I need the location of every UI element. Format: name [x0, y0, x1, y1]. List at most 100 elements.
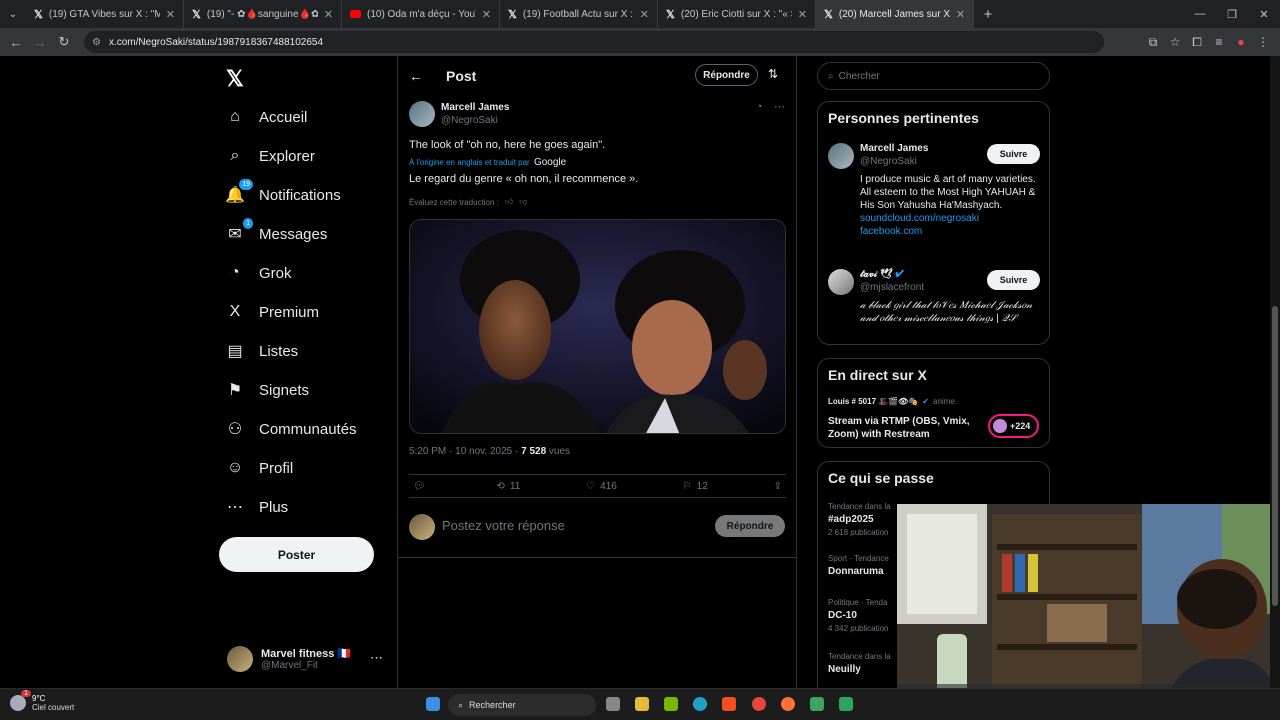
- tweet-author-handle[interactable]: @NegroSaki: [441, 115, 498, 126]
- like-action[interactable]: ♡ 416: [586, 481, 617, 492]
- sidebar-item-premium[interactable]: X Premium: [226, 303, 319, 321]
- site-info-icon[interactable]: ⚙: [92, 37, 101, 48]
- sidebar-item-communautés[interactable]: ⚇ Communautés: [226, 420, 357, 439]
- taskbar-search-label: Rechercher: [469, 700, 516, 710]
- verified-icon: ✔: [895, 269, 904, 280]
- sidebar-item-signets[interactable]: ⚑ Signets: [226, 381, 309, 400]
- tab-close-icon[interactable]: ✕: [640, 8, 649, 21]
- profile-icon[interactable]: ●: [1230, 35, 1252, 50]
- person-item[interactable]: Marcell James @NegroSaki Suivre I produc…: [828, 143, 1043, 253]
- retweet-action[interactable]: ⟲ 11: [497, 481, 521, 492]
- account-more-icon[interactable]: ⋯: [370, 650, 383, 666]
- tweet-video[interactable]: [409, 219, 786, 434]
- reply-action[interactable]: 💬︎: [413, 481, 431, 492]
- sidebar-item-label: Communautés: [259, 420, 357, 438]
- x-logo-icon[interactable]: 𝕏: [226, 66, 244, 92]
- account-switcher[interactable]: Marvel fitness 🇫🇷 @Marvel_Fit: [227, 644, 387, 674]
- bio-link[interactable]: facebook.com: [860, 225, 1040, 238]
- extensions-icon[interactable]: ⧠: [1186, 35, 1208, 50]
- minimize-icon[interactable]: —: [1184, 8, 1216, 20]
- sidebar-item-accueil[interactable]: ⌂ Accueil: [226, 108, 307, 126]
- maximize-icon[interactable]: ❐: [1216, 8, 1248, 21]
- sidebar-item-label: Grok: [259, 264, 292, 282]
- tweet-text: The look of "oh no, here he goes again".: [409, 139, 606, 151]
- filter-icon[interactable]: ⇅: [768, 67, 778, 81]
- search-input[interactable]: ⌕ Chercher: [817, 62, 1050, 90]
- communities-icon: ⚇: [227, 421, 243, 438]
- tab-close-icon[interactable]: ✕: [482, 8, 491, 21]
- share-action[interactable]: ⇪: [774, 481, 782, 492]
- store-icon[interactable]: [722, 697, 736, 711]
- sidebar-item-profil[interactable]: ☺ Profil: [226, 459, 293, 477]
- install-app-icon[interactable]: ⧉: [1142, 35, 1164, 50]
- windows-start-icon[interactable]: [426, 697, 440, 711]
- sidebar-item-messages[interactable]: ✉ 1 Messages: [226, 218, 327, 243]
- weather-widget[interactable]: 1 9°C Ciel couvert: [10, 690, 74, 712]
- tab-search-icon[interactable]: ⌄: [0, 9, 26, 20]
- tweet-timestamp[interactable]: 5:20 PM · 10 nov. 2025 ·: [409, 446, 521, 457]
- close-window-icon[interactable]: ✕: [1248, 8, 1280, 21]
- browser-tab[interactable]: 𝕏 (20) Eric Ciotti sur X : "« Sale g ✕: [658, 0, 816, 28]
- reading-list-icon[interactable]: ≡: [1208, 35, 1230, 50]
- person-avatar[interactable]: [828, 143, 854, 169]
- thumbs-up-icon[interactable]: 👍︎: [505, 197, 513, 207]
- firefox-icon[interactable]: [781, 697, 795, 711]
- bio-link[interactable]: soundcloud.com/negrosaki: [860, 212, 1040, 225]
- tweet-author-name[interactable]: Marcell James: [441, 102, 509, 113]
- person-item[interactable]: 𝓉𝒶𝓋𝒾 🕊 ✔ @mjslacefront Suivre 𝒶 𝒷𝓁𝒶𝒸𝓀 𝑔𝒾…: [828, 269, 1043, 339]
- browser-tab[interactable]: 𝕏 (19) Football Actu sur X : "Luca ✕: [500, 0, 658, 28]
- sidebar-item-grok[interactable]: ◔ Grok: [226, 264, 292, 282]
- taskbar-search[interactable]: ⌕ Rechercher: [448, 694, 596, 716]
- tab-close-icon[interactable]: ✕: [324, 8, 333, 21]
- follow-button[interactable]: Suivre: [987, 144, 1040, 164]
- discord-icon[interactable]: [810, 697, 824, 711]
- header-reply-button[interactable]: Répondre: [695, 64, 758, 86]
- translation-note[interactable]: À l'origine en anglais et traduit par Go…: [409, 157, 566, 168]
- sidebar-item-listes[interactable]: ▤ Listes: [226, 342, 298, 361]
- sidebar-item-explorer[interactable]: ⌕ Explorer: [226, 147, 315, 165]
- post-button[interactable]: Poster: [219, 537, 374, 572]
- forward-icon[interactable]: →: [28, 35, 52, 50]
- sidebar-item-plus[interactable]: ⋯ Plus: [226, 498, 288, 517]
- nvidia-icon[interactable]: [664, 697, 678, 711]
- bookmark-count: 12: [696, 480, 708, 492]
- reply-submit-button[interactable]: Répondre: [715, 515, 785, 537]
- browser-tab[interactable]: (10) Oda m'a déçu - YouTube ✕: [342, 0, 500, 28]
- reply-input[interactable]: Postez votre réponse: [442, 518, 565, 533]
- live-host[interactable]: Louis # 5017 🎩🎬👁🎭 ✔ anime.: [828, 397, 957, 406]
- app-icon[interactable]: [839, 697, 853, 711]
- thumbs-down-icon[interactable]: 👎︎: [519, 197, 527, 207]
- tab-close-icon[interactable]: ✕: [166, 8, 175, 21]
- browser-tab[interactable]: 𝕏 (19) GTA Vibes sur X : "Merci, G ✕: [26, 0, 184, 28]
- person-name[interactable]: 𝓉𝒶𝓋𝒾 🕊 ✔: [860, 269, 904, 280]
- rate-translation-label: Évaluez cette traduction :: [409, 197, 499, 207]
- task-view-icon[interactable]: [606, 697, 620, 711]
- file-explorer-icon[interactable]: [635, 697, 649, 711]
- tweet-author-avatar[interactable]: [409, 101, 435, 127]
- browser-menu-icon[interactable]: ⋮: [1252, 35, 1274, 50]
- address-bar[interactable]: ⚙ x.com/NegroSaki/status/198791836748810…: [84, 31, 1104, 53]
- back-icon[interactable]: ←: [4, 35, 28, 50]
- bookmark-star-icon[interactable]: ☆: [1164, 35, 1186, 50]
- account-name: Marvel fitness 🇫🇷: [261, 648, 352, 660]
- browser-tab[interactable]: 𝕏 (20) Marcell James sur X : "@n ✕: [816, 0, 974, 28]
- grok-icon[interactable]: ◔: [756, 101, 763, 113]
- back-arrow-icon[interactable]: ←: [409, 68, 423, 84]
- edge-icon[interactable]: [693, 697, 707, 711]
- live-stream-title[interactable]: Stream via RTMP (OBS, Vmix, Zoom) with R…: [828, 415, 978, 441]
- follow-button[interactable]: Suivre: [987, 270, 1040, 290]
- sidebar-item-notifications[interactable]: 🔔 19 Notifications: [225, 179, 341, 204]
- tweet-more-icon[interactable]: ⋯: [774, 100, 785, 113]
- reload-icon[interactable]: ↻: [52, 34, 76, 50]
- new-tab-button[interactable]: +: [974, 6, 1002, 23]
- tab-close-icon[interactable]: ✕: [956, 8, 965, 21]
- scroll-thumb[interactable]: [1272, 306, 1278, 606]
- tab-close-icon[interactable]: ✕: [798, 8, 807, 21]
- page-scrollbar[interactable]: [1270, 56, 1280, 688]
- bookmark-action[interactable]: ⚐ 12: [683, 481, 708, 492]
- person-name[interactable]: Marcell James: [860, 143, 928, 154]
- browser-tab[interactable]: 𝕏 (19) "- ✿🩸sanguine🩸✿ -" (@ ✕: [184, 0, 342, 28]
- live-listeners-badge[interactable]: +224: [988, 414, 1039, 438]
- chrome-icon[interactable]: [752, 697, 766, 711]
- person-avatar[interactable]: [828, 269, 854, 295]
